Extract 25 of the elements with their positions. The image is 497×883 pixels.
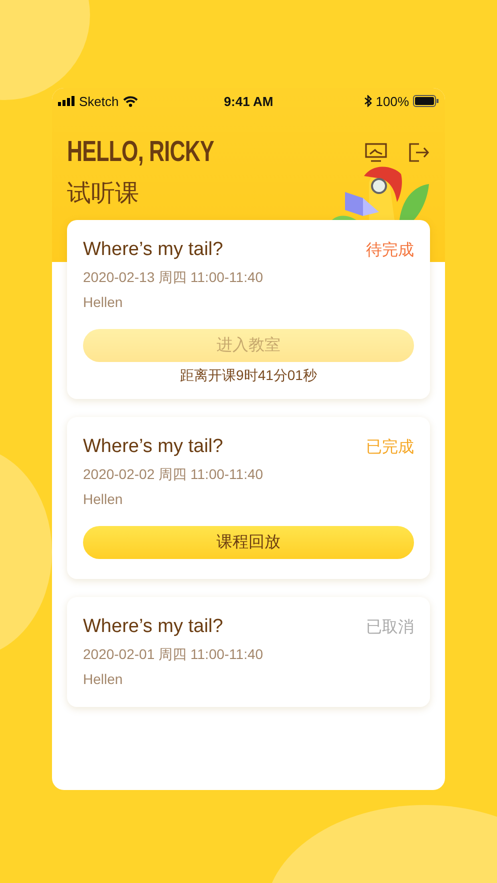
replay-button[interactable]: 课程回放 <box>83 526 414 559</box>
monitor-icon[interactable] <box>365 142 387 162</box>
carrier-name: Sketch <box>79 94 119 108</box>
battery-percent: 100% <box>376 94 409 108</box>
lesson-status: 已取消 <box>366 618 414 638</box>
teacher-name: Hellen <box>83 671 124 687</box>
lesson-status: 已完成 <box>366 438 414 458</box>
signal-icon <box>58 96 75 106</box>
clock-time: 9:41 AM <box>224 94 274 108</box>
lesson-schedule: 2020-02-01 周四 11:00-11:40 <box>83 646 264 664</box>
lesson-title: Where’s my tail? <box>83 239 224 261</box>
wifi-icon <box>122 96 138 106</box>
battery-icon <box>413 95 439 107</box>
teacher-name: Hellen <box>83 491 124 507</box>
greeting-title: HELLO, RICKY <box>67 136 214 169</box>
countdown-text: 距离开课9时41分01秒 <box>179 367 318 385</box>
teacher-name: Hellen <box>83 294 124 310</box>
lesson-title: Where’s my tail? <box>83 436 224 458</box>
lesson-schedule: 2020-02-02 周四 11:00-11:40 <box>83 466 264 484</box>
bluetooth-icon <box>364 95 372 107</box>
page-title: 试听课 <box>67 179 139 209</box>
logout-icon[interactable] <box>409 143 430 162</box>
lesson-status: 待完成 <box>366 240 414 260</box>
lesson-schedule: 2020-02-13 周四 11:00-11:40 <box>83 269 264 287</box>
lesson-title: Where’s my tail? <box>83 616 224 638</box>
